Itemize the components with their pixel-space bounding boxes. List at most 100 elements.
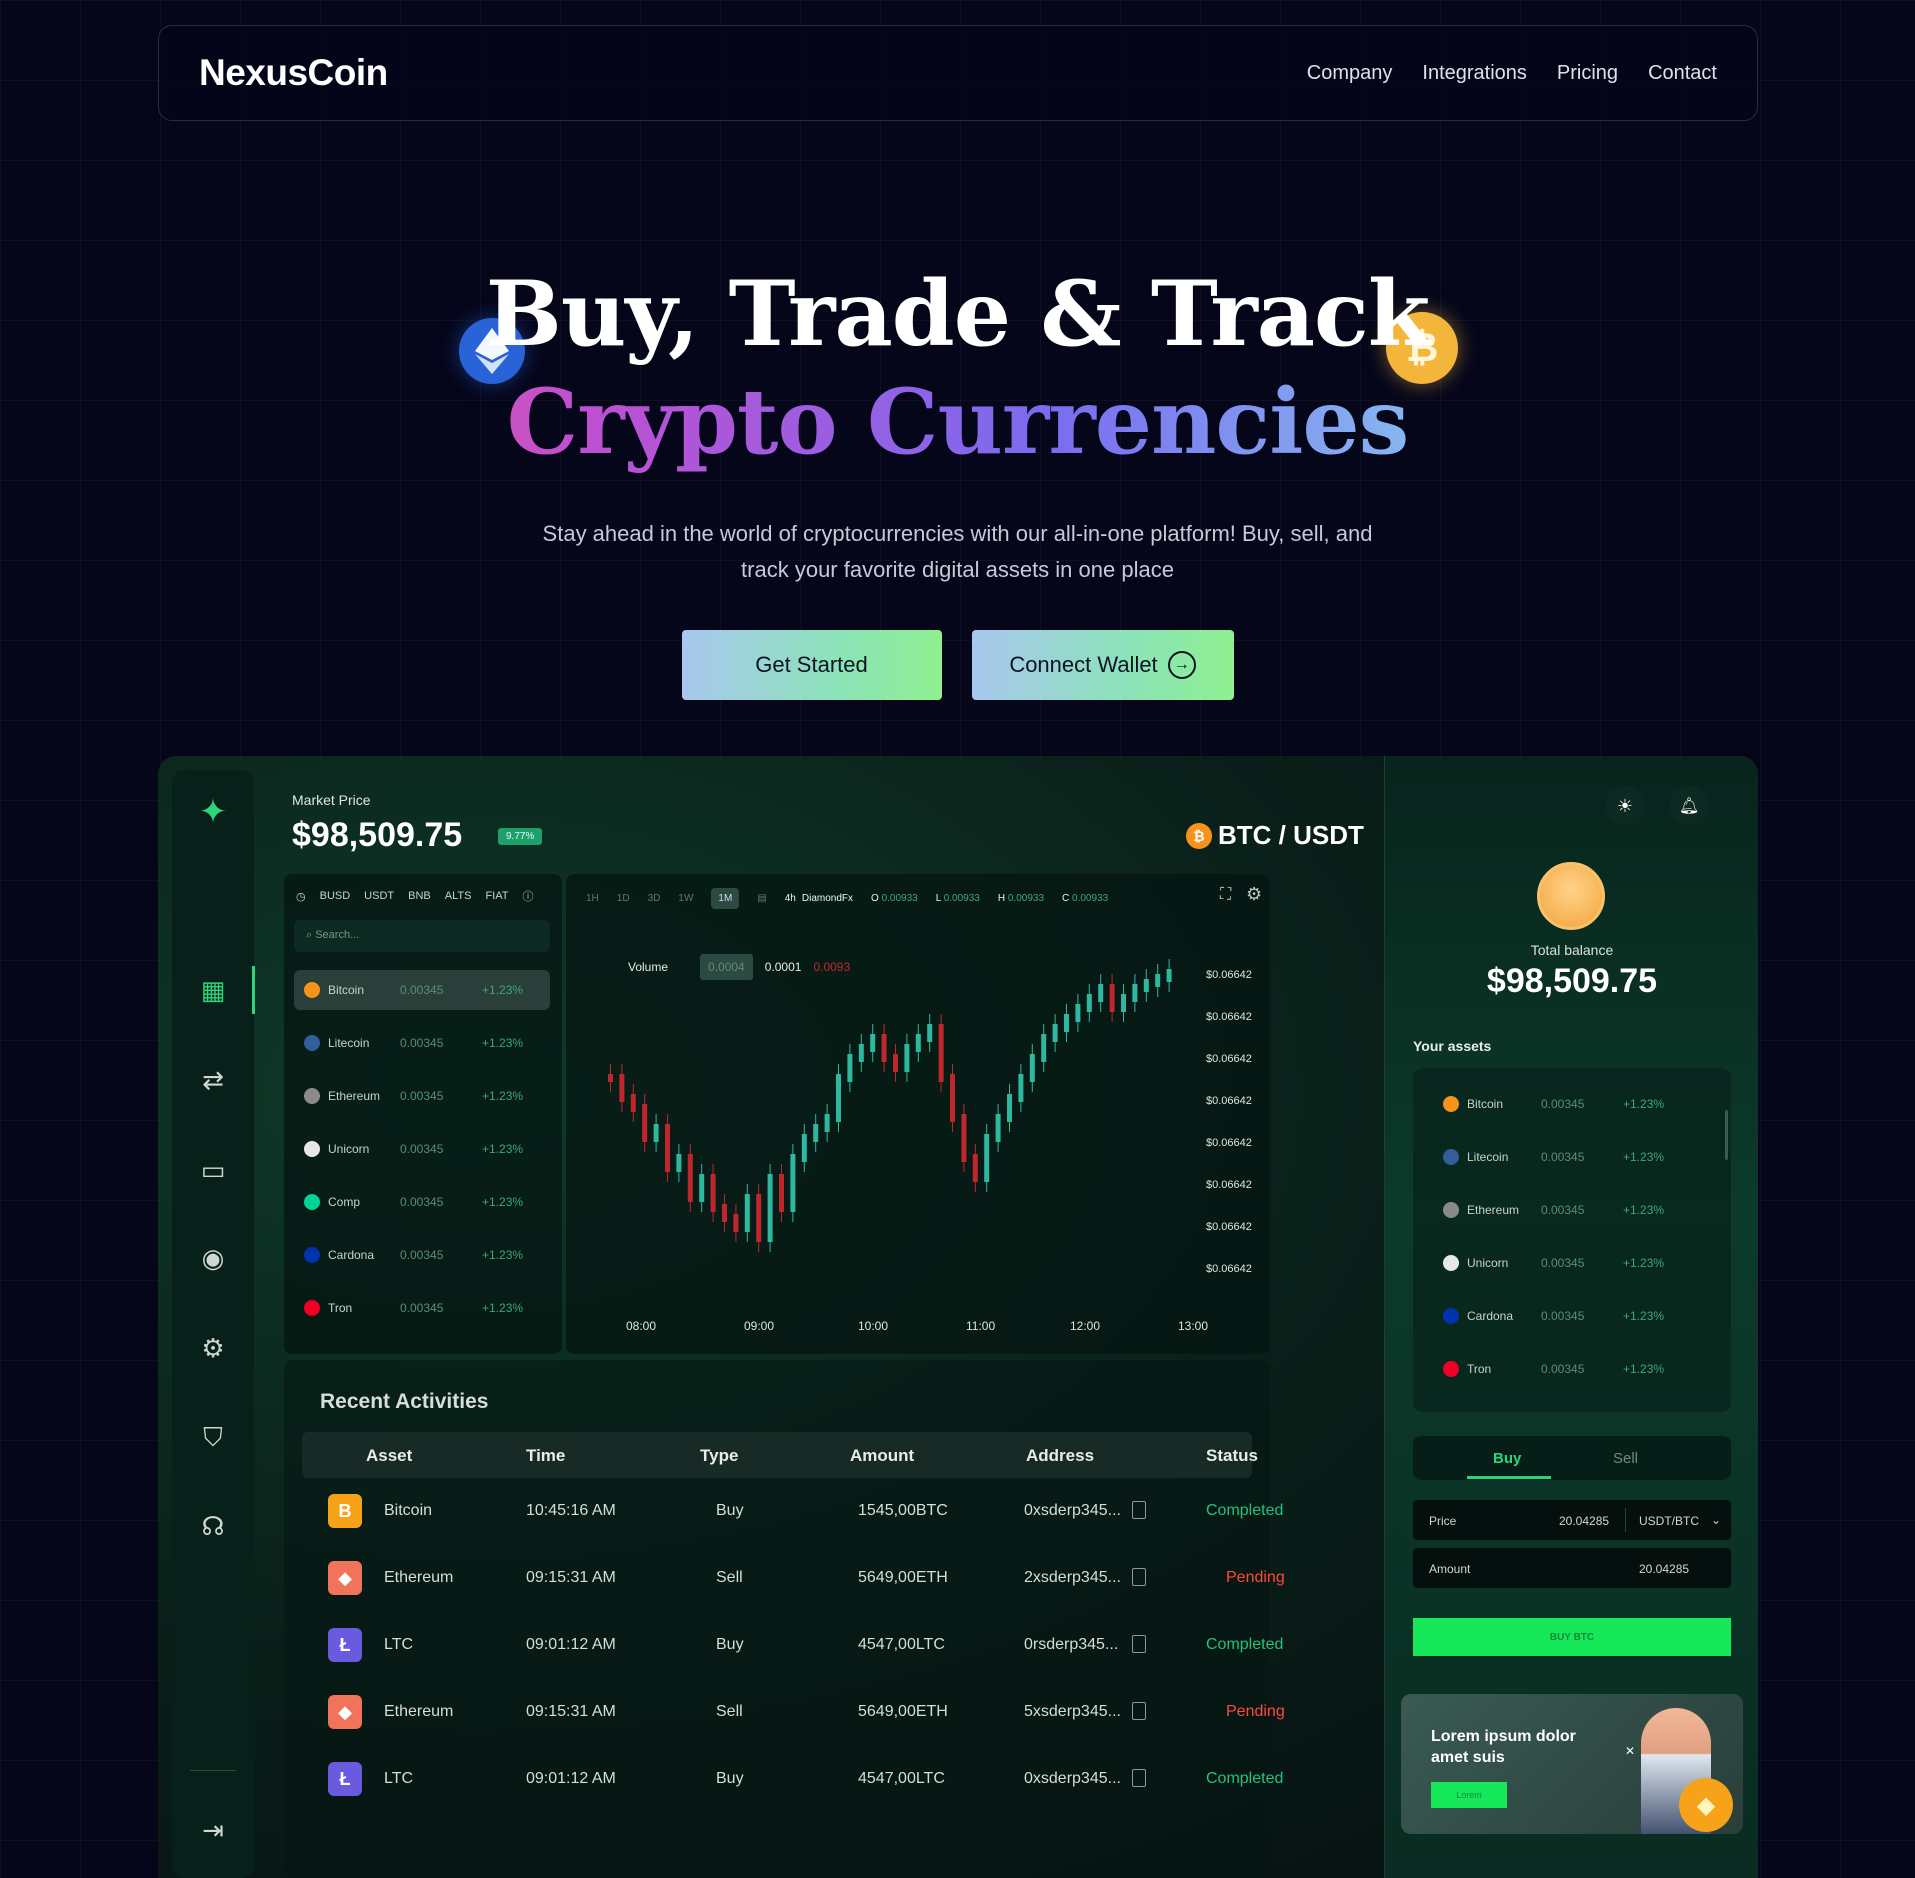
hero-title-line2: Crypto Currencies [0, 368, 1915, 476]
coin-row[interactable]: Comp 0.00345 +1.23% [294, 1182, 550, 1222]
candle [950, 1074, 955, 1122]
nav-company[interactable]: Company [1307, 62, 1393, 85]
nav-contact[interactable]: Contact [1648, 62, 1717, 85]
asset-name: Cardona [1467, 1309, 1514, 1323]
shield-icon[interactable]: ⛉ [193, 1418, 233, 1458]
copy-icon[interactable] [1132, 1568, 1146, 1586]
connect-wallet-button[interactable]: Connect Wallet → [971, 630, 1234, 700]
exchange-icon[interactable]: ⇄ [193, 1060, 233, 1100]
table-row[interactable]: ◆ Ethereum 09:15:31 AM Sell 5649,00ETH 2… [302, 1553, 1285, 1603]
coin-row[interactable]: Ethereum 0.00345 +1.23% [294, 1076, 550, 1116]
candle [1155, 974, 1161, 987]
table-row[interactable]: Ł LTC 09:01:12 AM Buy 4547,00LTC 0rsderp… [302, 1620, 1283, 1670]
theme-sun-icon[interactable]: ☀ [1605, 786, 1645, 826]
assets-scrollbar[interactable] [1725, 1110, 1728, 1160]
table-row[interactable]: B Bitcoin 10:45:16 AM Buy 1545,00BTC 0xs… [302, 1486, 1283, 1536]
candle [1143, 979, 1149, 992]
filter-busd[interactable]: BUSD [320, 890, 351, 902]
hero-section: Buy, Trade & Track Crypto Currencies Sta… [0, 260, 1915, 700]
coin-name: Bitcoin [328, 983, 365, 997]
filter-usdt[interactable]: USDT [364, 890, 394, 902]
asset-row[interactable]: Bitcoin 0.00345 +1.23% [1433, 1084, 1693, 1124]
amount-field[interactable]: Amount 20.04285 [1413, 1548, 1731, 1588]
logout-icon[interactable]: ⇥ [193, 1810, 233, 1850]
coin-search-input[interactable]: ⌕ Search... [294, 920, 550, 952]
candle [767, 1174, 773, 1242]
wallet-icon[interactable]: ▭ [193, 1150, 233, 1190]
asset-value: 0.00345 [1541, 1203, 1585, 1217]
filter-fiat[interactable]: FIAT [485, 890, 508, 902]
tab-sell[interactable]: Sell [1613, 1450, 1638, 1467]
coin-value: 0.00345 [400, 1089, 444, 1103]
chevron-down-icon[interactable]: ⌄ [1711, 1513, 1721, 1527]
info-icon: ⓘ [522, 891, 534, 903]
copy-icon[interactable] [1132, 1702, 1146, 1720]
asset-logo-icon: ◆ [328, 1561, 362, 1595]
candle [744, 1194, 750, 1232]
asset-icon [1443, 1202, 1459, 1218]
pair-label: BTC / USDT [1218, 820, 1364, 850]
headset-icon[interactable]: ☊ [193, 1506, 233, 1546]
coin-icon [304, 1035, 320, 1051]
coin-change: +1.23% [482, 1036, 524, 1050]
get-started-label: Get Started [755, 652, 868, 677]
candle [676, 1154, 682, 1172]
coin-row[interactable]: Bitcoin 0.00345 +1.23% [294, 970, 550, 1010]
coin-row[interactable]: Cardona 0.00345 +1.23% [294, 1235, 550, 1275]
candle [813, 1124, 819, 1142]
copy-icon[interactable] [1132, 1635, 1146, 1653]
buy-btc-button[interactable]: BUY BTC [1413, 1618, 1731, 1656]
asset-logo-icon: B [328, 1494, 362, 1528]
filter-bnb[interactable]: BNB [408, 890, 431, 902]
notification-bell-icon[interactable]: 🔔︎ [1669, 786, 1709, 826]
row-asset: Ethereum [384, 1703, 454, 1720]
candle [870, 1034, 876, 1052]
candle [653, 1124, 659, 1142]
asset-change: +1.23% [1623, 1097, 1665, 1111]
coin-name: Tron [328, 1301, 353, 1315]
coin-change: +1.23% [482, 1142, 524, 1156]
connect-wallet-label: Connect Wallet [1009, 652, 1158, 677]
coin-row[interactable]: Litecoin 0.00345 +1.23% [294, 1023, 550, 1063]
candle [915, 1034, 921, 1052]
candle [790, 1154, 796, 1212]
row-asset: Bitcoin [384, 1502, 433, 1519]
user-avatar[interactable] [1537, 862, 1605, 930]
promo-button[interactable]: Lorem [1431, 1782, 1507, 1808]
tab-buy[interactable]: Buy [1493, 1450, 1521, 1467]
hero-subtitle: Stay ahead in the world of cryptocurrenc… [542, 521, 1373, 582]
coin-value: 0.00345 [400, 1248, 444, 1262]
asset-row[interactable]: Unicorn 0.00345 +1.23% [1433, 1243, 1693, 1283]
bitcoin-icon[interactable]: ◉ [193, 1238, 233, 1278]
row-time: 10:45:16 AM [526, 1502, 616, 1519]
candle [904, 1044, 910, 1072]
filter-alts[interactable]: ALTS [445, 890, 472, 902]
coin-icon [304, 1194, 320, 1210]
coin-row[interactable]: Tron 0.00345 +1.23% [294, 1288, 550, 1328]
dashboard-icon[interactable]: ▦ [193, 970, 233, 1010]
coin-row[interactable]: Unicorn 0.00345 +1.23% [294, 1129, 550, 1169]
asset-row[interactable]: Tron 0.00345 +1.23% [1433, 1349, 1693, 1389]
y-tick-label: $0.06642 [1206, 1263, 1252, 1275]
nav-integrations[interactable]: Integrations [1422, 62, 1527, 85]
nav-links: Company Integrations Pricing Contact [1307, 62, 1717, 85]
row-asset: LTC [384, 1770, 414, 1787]
settings-gear-icon[interactable]: ⚙ [193, 1328, 233, 1368]
recent-activities-panel: Recent Activities Asset Time Type Amount… [284, 1360, 1285, 1878]
copy-icon[interactable] [1132, 1501, 1146, 1519]
asset-icon [1443, 1096, 1459, 1112]
table-row[interactable]: Ł LTC 09:01:12 AM Buy 4547,00LTC 0xsderp… [302, 1754, 1283, 1804]
brand-logo[interactable]: NexusCoin [199, 52, 388, 94]
price-field[interactable]: Price 20.04285 USDT/BTC ⌄ [1413, 1500, 1731, 1540]
copy-icon[interactable] [1132, 1769, 1146, 1787]
table-row[interactable]: ◆ Ethereum 09:15:31 AM Sell 5649,00ETH 5… [302, 1687, 1285, 1737]
nav-pricing[interactable]: Pricing [1557, 62, 1618, 85]
row-time: 09:01:12 AM [526, 1770, 616, 1787]
asset-row[interactable]: Cardona 0.00345 +1.23% [1433, 1296, 1693, 1336]
coin-change: +1.23% [482, 1301, 524, 1315]
pair-select[interactable]: USDT/BTC [1639, 1514, 1699, 1528]
pair-title: ₿ BTC / USDT [1186, 820, 1364, 851]
get-started-button[interactable]: Get Started [681, 630, 942, 700]
asset-row[interactable]: Ethereum 0.00345 +1.23% [1433, 1190, 1693, 1230]
asset-row[interactable]: Litecoin 0.00345 +1.23% [1433, 1137, 1693, 1177]
